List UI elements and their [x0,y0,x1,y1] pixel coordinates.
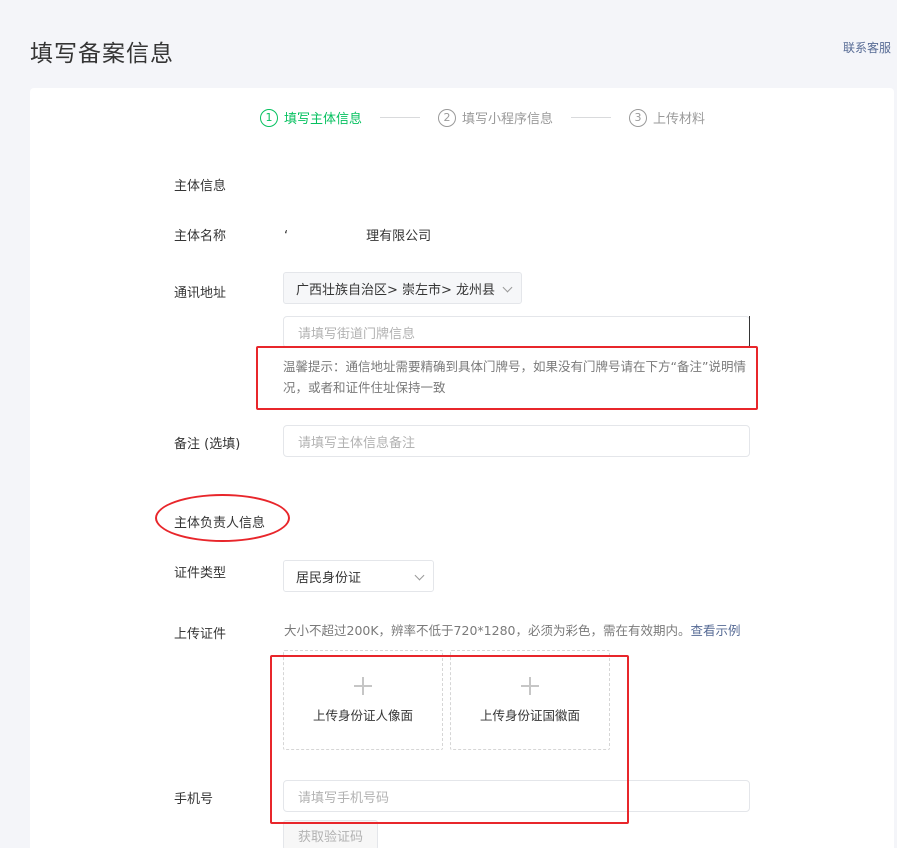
page-title: 填写备案信息 [30,41,174,67]
principal-section-title: 主体负责人信息 [174,516,266,531]
remark-label: 备注 (选填) [174,437,241,452]
chevron-down-icon [502,282,513,293]
upload-label: 上传证件 [174,627,227,642]
step-1-number: 1 [260,108,278,127]
id-type-value: 居民身份证 [296,570,362,586]
upload-hint: 大小不超过200K，辨率不低于720*1280，必须为彩色，需在有效期内。查看示… [284,620,741,641]
plus-icon [354,676,372,695]
id-type-select[interactable]: 居民身份证 [283,560,434,592]
upload-id-back[interactable]: 上传身份证国徽面 [450,650,610,750]
phone-label: 手机号 [174,792,214,807]
step-2-label: 填写小程序信息 [462,112,554,127]
step-3-label: 上传材料 [653,112,706,127]
upload-back-label: 上传身份证国徽面 [479,707,580,723]
step-2: 2 填写小程序信息 [438,108,553,127]
id-type-label: 证件类型 [174,566,227,581]
upload-hint-text: 大小不超过200K，辨率不低于720*1280，必须为彩色，需在有效期内。 [284,623,691,638]
form-card: 1 填写主体信息 2 填写小程序信息 3 上传材料 主体信息 主体名称 ‘ 理有限… [30,88,894,848]
input-edge-mark [749,316,750,348]
step-divider [571,117,612,118]
subject-name-label: 主体名称 [174,229,227,244]
step-divider [380,117,421,118]
subject-name-suffix: 理有限公司 [366,229,432,244]
stepper: 1 填写主体信息 2 填写小程序信息 3 上传材料 [260,108,705,127]
address-hint: 温馨提示：通信地址需要精确到具体门牌号，如果没有门牌号请在下方“备注”说明情况，… [283,359,746,395]
phone-input[interactable]: 请填写手机号码 [283,780,750,812]
contact-service-link[interactable]: 联系客服 [843,39,891,56]
step-3-number: 3 [629,108,648,127]
address-label: 通讯地址 [174,286,227,301]
address-region-value: 广西壮族自治区> 崇左市> 龙州县 [296,282,496,298]
step-1-label: 填写主体信息 [284,112,363,127]
subject-name-prefix: ‘ [284,229,289,244]
upload-id-front[interactable]: 上传身份证人像面 [283,650,443,750]
upload-front-label: 上传身份证人像面 [312,707,413,723]
step-3: 3 上传材料 [629,108,705,127]
get-sms-code-button[interactable]: 获取验证码 [283,820,379,848]
chevron-down-icon [414,570,425,581]
step-2-number: 2 [438,108,457,127]
subject-section-title: 主体信息 [174,179,227,194]
plus-icon [521,676,539,695]
remark-input[interactable]: 请填写主体信息备注 [283,425,750,457]
address-region-select[interactable]: 广西壮族自治区> 崇左市> 龙州县 [283,272,522,304]
street-input[interactable]: 请填写街道门牌信息 [283,316,750,348]
subject-name-value: ‘ 理有限公司 [284,225,431,244]
step-1: 1 填写主体信息 [260,108,362,127]
view-example-link[interactable]: 查看示例 [690,623,740,638]
